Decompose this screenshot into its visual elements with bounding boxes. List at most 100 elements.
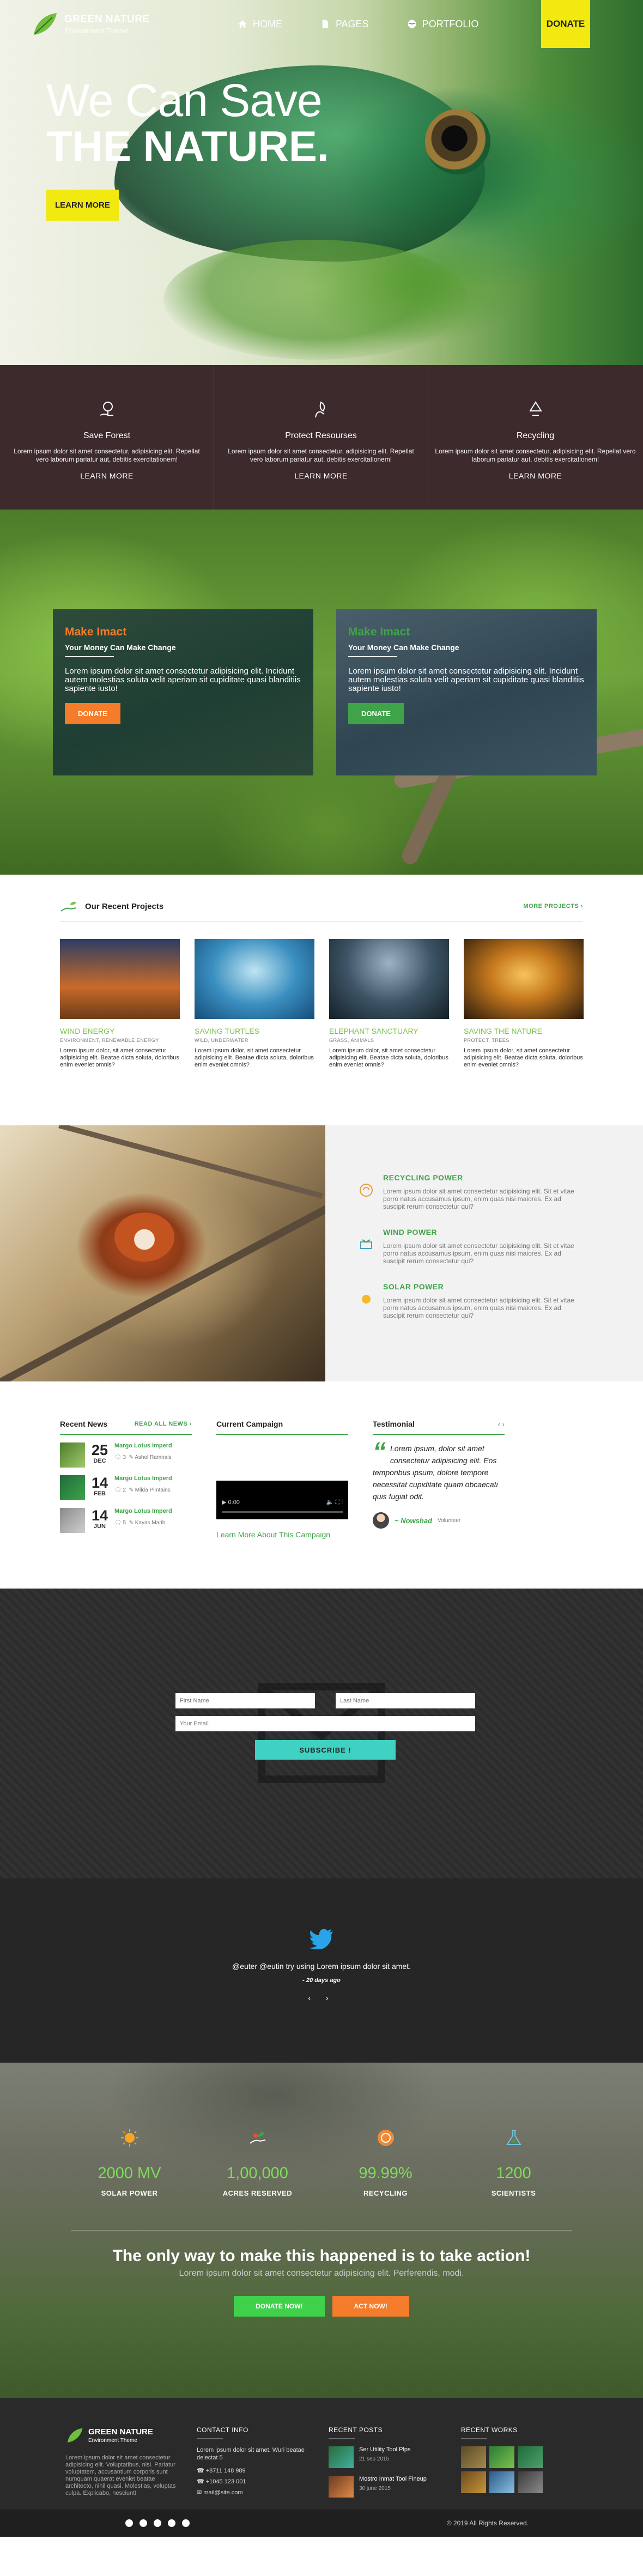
avatar	[373, 1512, 389, 1529]
testimonial-author: ~ Nowshad Volunteer	[373, 1512, 505, 1529]
testimonial-nav-arrows[interactable]: ‹ ›	[498, 1420, 505, 1428]
video-controls[interactable]: 🔈 ⛶ ⋮	[326, 1499, 343, 1506]
contact-phone: ☎ +1045 123 001	[197, 2478, 246, 2485]
social-links	[125, 2519, 190, 2527]
facebook-icon[interactable]	[125, 2519, 133, 2527]
project-title: ELEPHANT SANCTUARY	[329, 1027, 418, 1035]
heading-underline	[197, 2438, 223, 2439]
project-card[interactable]: ELEPHANT SANCTUARY GRASS, ANIMALS Lorem …	[329, 939, 449, 1069]
impact-donate-button[interactable]: DONATE	[348, 703, 404, 724]
news-comments: 5	[123, 1520, 126, 1526]
impact-donate-button[interactable]: DONATE	[65, 703, 120, 724]
nav-portfolio[interactable]: PORTFOLIO	[407, 18, 479, 30]
news-item[interactable]: 25 DEC Margo Lotus Imperd 🗨 3 ✎ Ashol Ram…	[60, 1442, 192, 1468]
stat-item: 1200 SCIENTISTS	[473, 2128, 555, 2197]
google-icon[interactable]	[154, 2519, 161, 2527]
logo[interactable]: GREEN NATURE Environment Theme	[31, 10, 150, 38]
recent-news: Recent News READ ALL NEWS › 25 DEC Margo …	[60, 1420, 192, 1539]
stat-value: 1,00,000	[227, 2165, 288, 2182]
feature-learn-more-button[interactable]: LEARN MORE	[509, 471, 562, 480]
news-author: Milda Pimtains	[135, 1487, 171, 1493]
project-image	[195, 939, 314, 1019]
play-button[interactable]: ▶ 0:00	[222, 1499, 240, 1506]
tweet-nav-arrows[interactable]: ‹ ›	[0, 1993, 643, 2002]
post-date: 21 sep 2015	[359, 2456, 390, 2462]
leaf-logo-icon	[67, 2428, 83, 2443]
more-projects-link[interactable]: MORE PROJECTS ›	[523, 903, 583, 910]
email-field[interactable]	[175, 1716, 475, 1731]
work-thumbnail[interactable]	[518, 2446, 543, 2468]
works-gallery	[461, 2446, 554, 2493]
news-thumbnail	[60, 1508, 85, 1533]
power-title: WIND POWER	[383, 1228, 438, 1237]
power-text: Lorem ipsum dolor sit amet consectetur a…	[383, 1187, 574, 1210]
branch-shape	[58, 1125, 323, 1199]
feature-learn-more-button[interactable]: LEARN MORE	[80, 471, 134, 480]
project-card[interactable]: WIND ENERGY ENVIRONMENT, RENEWABLE ENERG…	[60, 939, 180, 1069]
last-name-field[interactable]	[336, 1693, 475, 1708]
footer-about: GREEN NATURE Environment Theme Lorem ips…	[65, 2426, 180, 2497]
instagram-icon[interactable]	[182, 2519, 190, 2527]
recent-post[interactable]: Mostro Inmat Tool Fineup 30 june 2015	[329, 2476, 448, 2498]
subscribe-button[interactable]: SUBSCRIBE !	[255, 1740, 396, 1760]
nav-portfolio-label: PORTFOLIO	[422, 18, 479, 29]
footer-recent-works: RECENT WORKS	[461, 2426, 554, 2493]
news-month: JUN	[93, 1523, 106, 1530]
twitter-icon[interactable]	[139, 2519, 147, 2527]
leaf-logo-icon	[31, 10, 59, 38]
project-title: SAVING THE NATURE	[464, 1027, 542, 1035]
github-icon[interactable]	[168, 2519, 175, 2527]
news-item[interactable]: 14 FEB Margo Lotus Imperd 🗨 2 ✎ Milda Pim…	[60, 1475, 192, 1500]
work-thumbnail[interactable]	[489, 2446, 514, 2468]
news-comments: 2	[123, 1487, 126, 1493]
video-time: 0:00	[228, 1499, 240, 1506]
news-campaign-testimonial: Recent News READ ALL NEWS › 25 DEC Margo …	[0, 1381, 643, 1589]
news-day: 14	[91, 1475, 108, 1491]
campaign-video-player[interactable]: ▶ 0:00 🔈 ⛶ ⋮	[216, 1481, 348, 1519]
footer-recent-posts: RECENT POSTS Ser Utility Tool Plps 21 sep…	[329, 2426, 448, 2498]
donate-now-button[interactable]: DONATE NOW!	[234, 2296, 325, 2317]
testimonial-quote: “ Lorem ipsum, dolor sit amet consectetu…	[373, 1438, 505, 1502]
wind-power-icon	[360, 1239, 372, 1249]
current-campaign: Current Campaign ▶ 0:00 🔈 ⛶ ⋮ Learn More …	[216, 1420, 348, 1539]
feature-recycling: Recycling Lorem ipsum dolor sit amet con…	[428, 365, 642, 510]
red-panda-face	[114, 1213, 174, 1262]
stat-item: 2000 MV SOLAR POWER	[89, 2128, 171, 2197]
read-all-news-link[interactable]: READ ALL NEWS ›	[135, 1421, 192, 1427]
act-now-button[interactable]: ACT NOW!	[332, 2296, 409, 2317]
project-card[interactable]: SAVING TURTLES WILD, UNDERWATER Lorem ip…	[195, 939, 314, 1069]
project-card[interactable]: SAVING THE NATURE PROTECT, TREES Lorem i…	[464, 939, 584, 1069]
stat-value: 99.99%	[359, 2165, 413, 2182]
feature-title: Protect Resourses	[285, 431, 357, 440]
work-thumbnail[interactable]	[461, 2446, 486, 2468]
campaign-learn-more-link[interactable]: Learn More About This Campaign	[216, 1530, 348, 1539]
posts-heading: RECENT POSTS	[329, 2426, 383, 2434]
stat-label: RECYCLING	[363, 2189, 408, 2197]
recycle-badge-icon	[377, 2130, 394, 2146]
news-meta: 🗨 3 ✎ Ashol Ramnais	[114, 1454, 172, 1460]
learn-more-button[interactable]: LEARN MORE	[46, 190, 119, 221]
contact-email[interactable]: ✉ mail@site.com	[197, 2489, 317, 2496]
quote-icon: “	[373, 1438, 386, 1466]
first-name-field[interactable]	[175, 1693, 315, 1708]
nav-pages[interactable]: PAGES	[320, 19, 369, 30]
work-thumbnail[interactable]	[489, 2471, 514, 2493]
work-thumbnail[interactable]	[461, 2471, 486, 2493]
news-thumbnail	[60, 1475, 85, 1500]
contact-heading: CONTACT INFO	[197, 2426, 248, 2434]
donate-button-top[interactable]: DONATE	[541, 0, 590, 48]
testimonial-text: Lorem ipsum, dolor sit amet consectetur …	[373, 1444, 498, 1501]
title-underline	[348, 656, 397, 657]
contact-address: Lorem ipsum dolor sit amet. Wuri beatae …	[197, 2447, 305, 2461]
nav-home[interactable]: HOME	[238, 19, 282, 30]
feature-learn-more-button[interactable]: LEARN MORE	[294, 471, 348, 480]
news-item[interactable]: 14 JUN Margo Lotus Imperd 🗨 5 ✎ Kayas Mar…	[60, 1508, 192, 1533]
impact-card-subtitle: Your Money Can Make Change	[65, 643, 176, 652]
stat-item: 99.99% RECYCLING	[345, 2128, 427, 2197]
footer-brand-subtitle: Environment Theme	[88, 2438, 137, 2444]
work-thumbnail[interactable]	[518, 2471, 543, 2493]
hero-title-line2: THE NATURE.	[46, 122, 329, 170]
video-progress-bar[interactable]	[222, 1511, 343, 1513]
stat-value: 2000 MV	[98, 2165, 161, 2182]
recent-post[interactable]: Ser Utility Tool Plps 21 sep 2015	[329, 2446, 448, 2468]
